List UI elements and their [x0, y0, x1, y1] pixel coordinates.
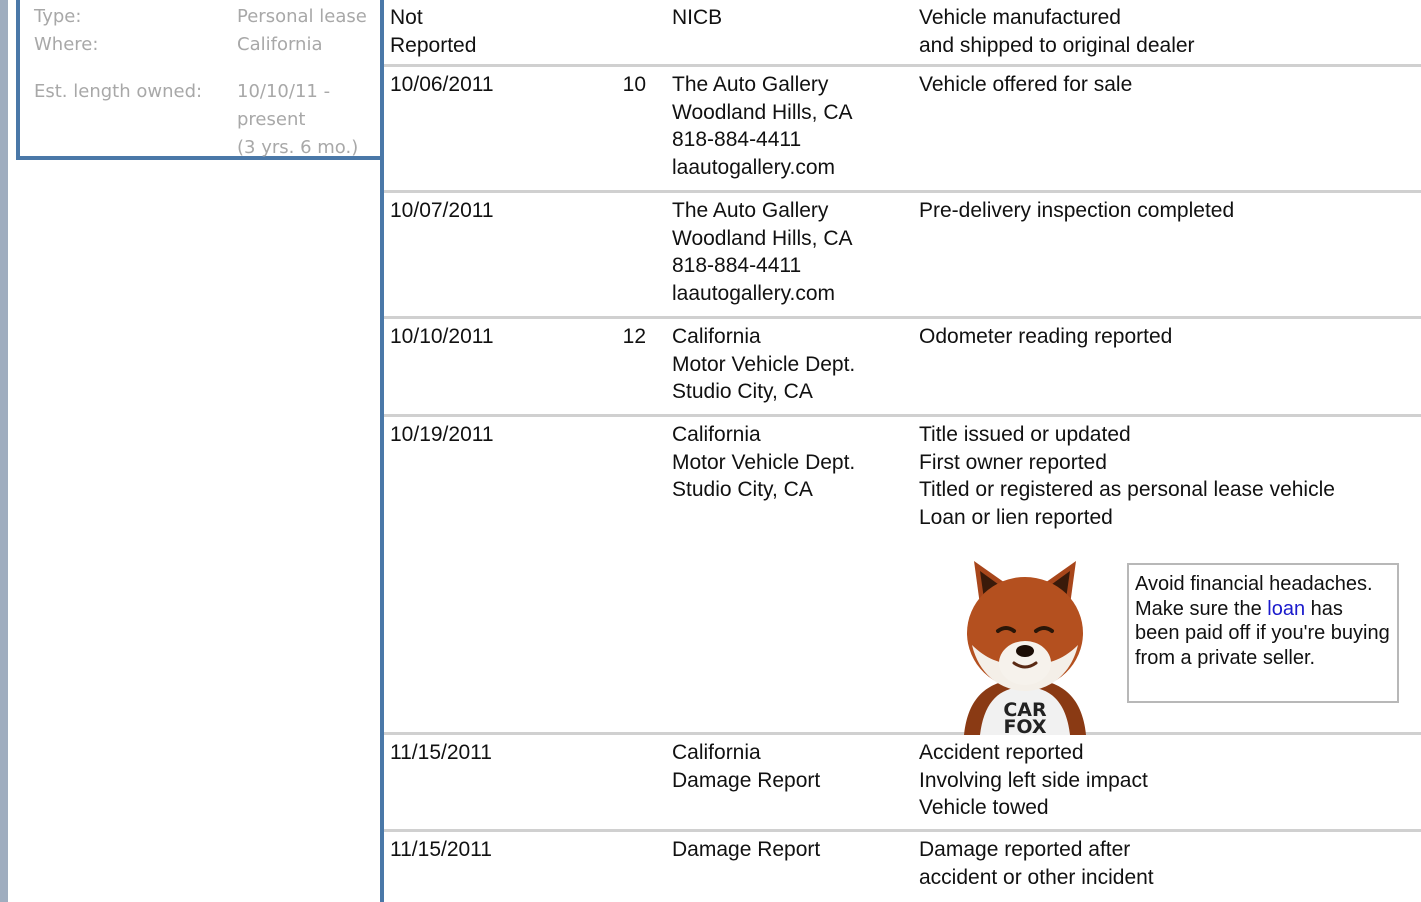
- owner-length-label: Est. length owned:: [34, 81, 203, 102]
- row-source: Damage Report: [672, 838, 821, 861]
- table-row: 10/06/2011 10 The Auto Gallery Woodland H…: [384, 67, 1421, 193]
- table-row: 11/15/2011 Damage Report Damage reported…: [384, 832, 1421, 902]
- row-source: California Motor Vehicle Dept. Studio City…: [672, 423, 856, 501]
- row-date: 10/19/2011: [390, 423, 494, 446]
- row-date: 10/10/2011: [390, 325, 494, 348]
- row-date: 10/06/2011: [390, 73, 494, 96]
- loan-link[interactable]: loan: [1267, 598, 1305, 620]
- owner-length-value: 10/10/11 - present (3 yrs. 6 mo.): [237, 81, 359, 158]
- owner-type-label: Type:: [34, 6, 82, 27]
- row-date: 11/15/2011: [390, 741, 492, 764]
- row-source: California Motor Vehicle Dept. Studio City…: [672, 325, 856, 403]
- svg-text:FOX: FOX: [1003, 716, 1046, 735]
- row-comments: Accident reported Involving left side imp…: [919, 741, 1148, 819]
- row-comments: Vehicle offered for sale: [919, 73, 1133, 96]
- row-comments: Title issued or updated First owner repor…: [919, 423, 1335, 529]
- row-date: 11/15/2011: [390, 838, 492, 861]
- history-table: Not Reported NICB Vehicle manufactured and…: [384, 0, 1421, 902]
- row-source: NICB: [672, 6, 723, 29]
- row-comments: Damage reported after accident or other i…: [919, 838, 1154, 889]
- table-row: 11/15/2011 California Damage Report Accid…: [384, 735, 1421, 832]
- left-strip: [0, 0, 8, 902]
- row-source: California Damage Report: [672, 741, 821, 792]
- row-date: Not Reported: [390, 6, 477, 57]
- row-odometer: 10: [622, 73, 646, 96]
- row-odometer: 12: [622, 325, 646, 348]
- table-row: 10/19/2011 California Motor Vehicle Dept.…: [384, 417, 1421, 735]
- row-source: The Auto Gallery Woodland Hills, CA 818-8…: [672, 199, 853, 305]
- row-comments: Vehicle manufactured and shipped to origi…: [919, 6, 1195, 57]
- row-date: 10/07/2011: [390, 199, 494, 222]
- table-row: Not Reported NICB Vehicle manufactured and…: [384, 0, 1421, 67]
- owner-type-value: Personal lease: [237, 6, 367, 27]
- owner-where-value: California: [237, 34, 323, 55]
- table-row: 10/07/2011 The Auto Gallery Woodland Hill…: [384, 193, 1421, 319]
- carfox-mascot-icon: CAR FOX: [964, 561, 1086, 735]
- row-comments: Odometer reading reported: [919, 325, 1173, 348]
- tip-callout: Avoid financial headaches. Make sure the…: [1127, 563, 1399, 703]
- owner-where-label: Where:: [34, 34, 99, 55]
- row-comments: Pre-delivery inspection completed: [919, 199, 1235, 222]
- table-row: 10/10/2011 12 California Motor Vehicle De…: [384, 319, 1421, 417]
- row-source: The Auto Gallery Woodland Hills, CA 818-8…: [672, 73, 853, 179]
- owner-panel: Type: Personal lease Where: California E…: [16, 0, 384, 160]
